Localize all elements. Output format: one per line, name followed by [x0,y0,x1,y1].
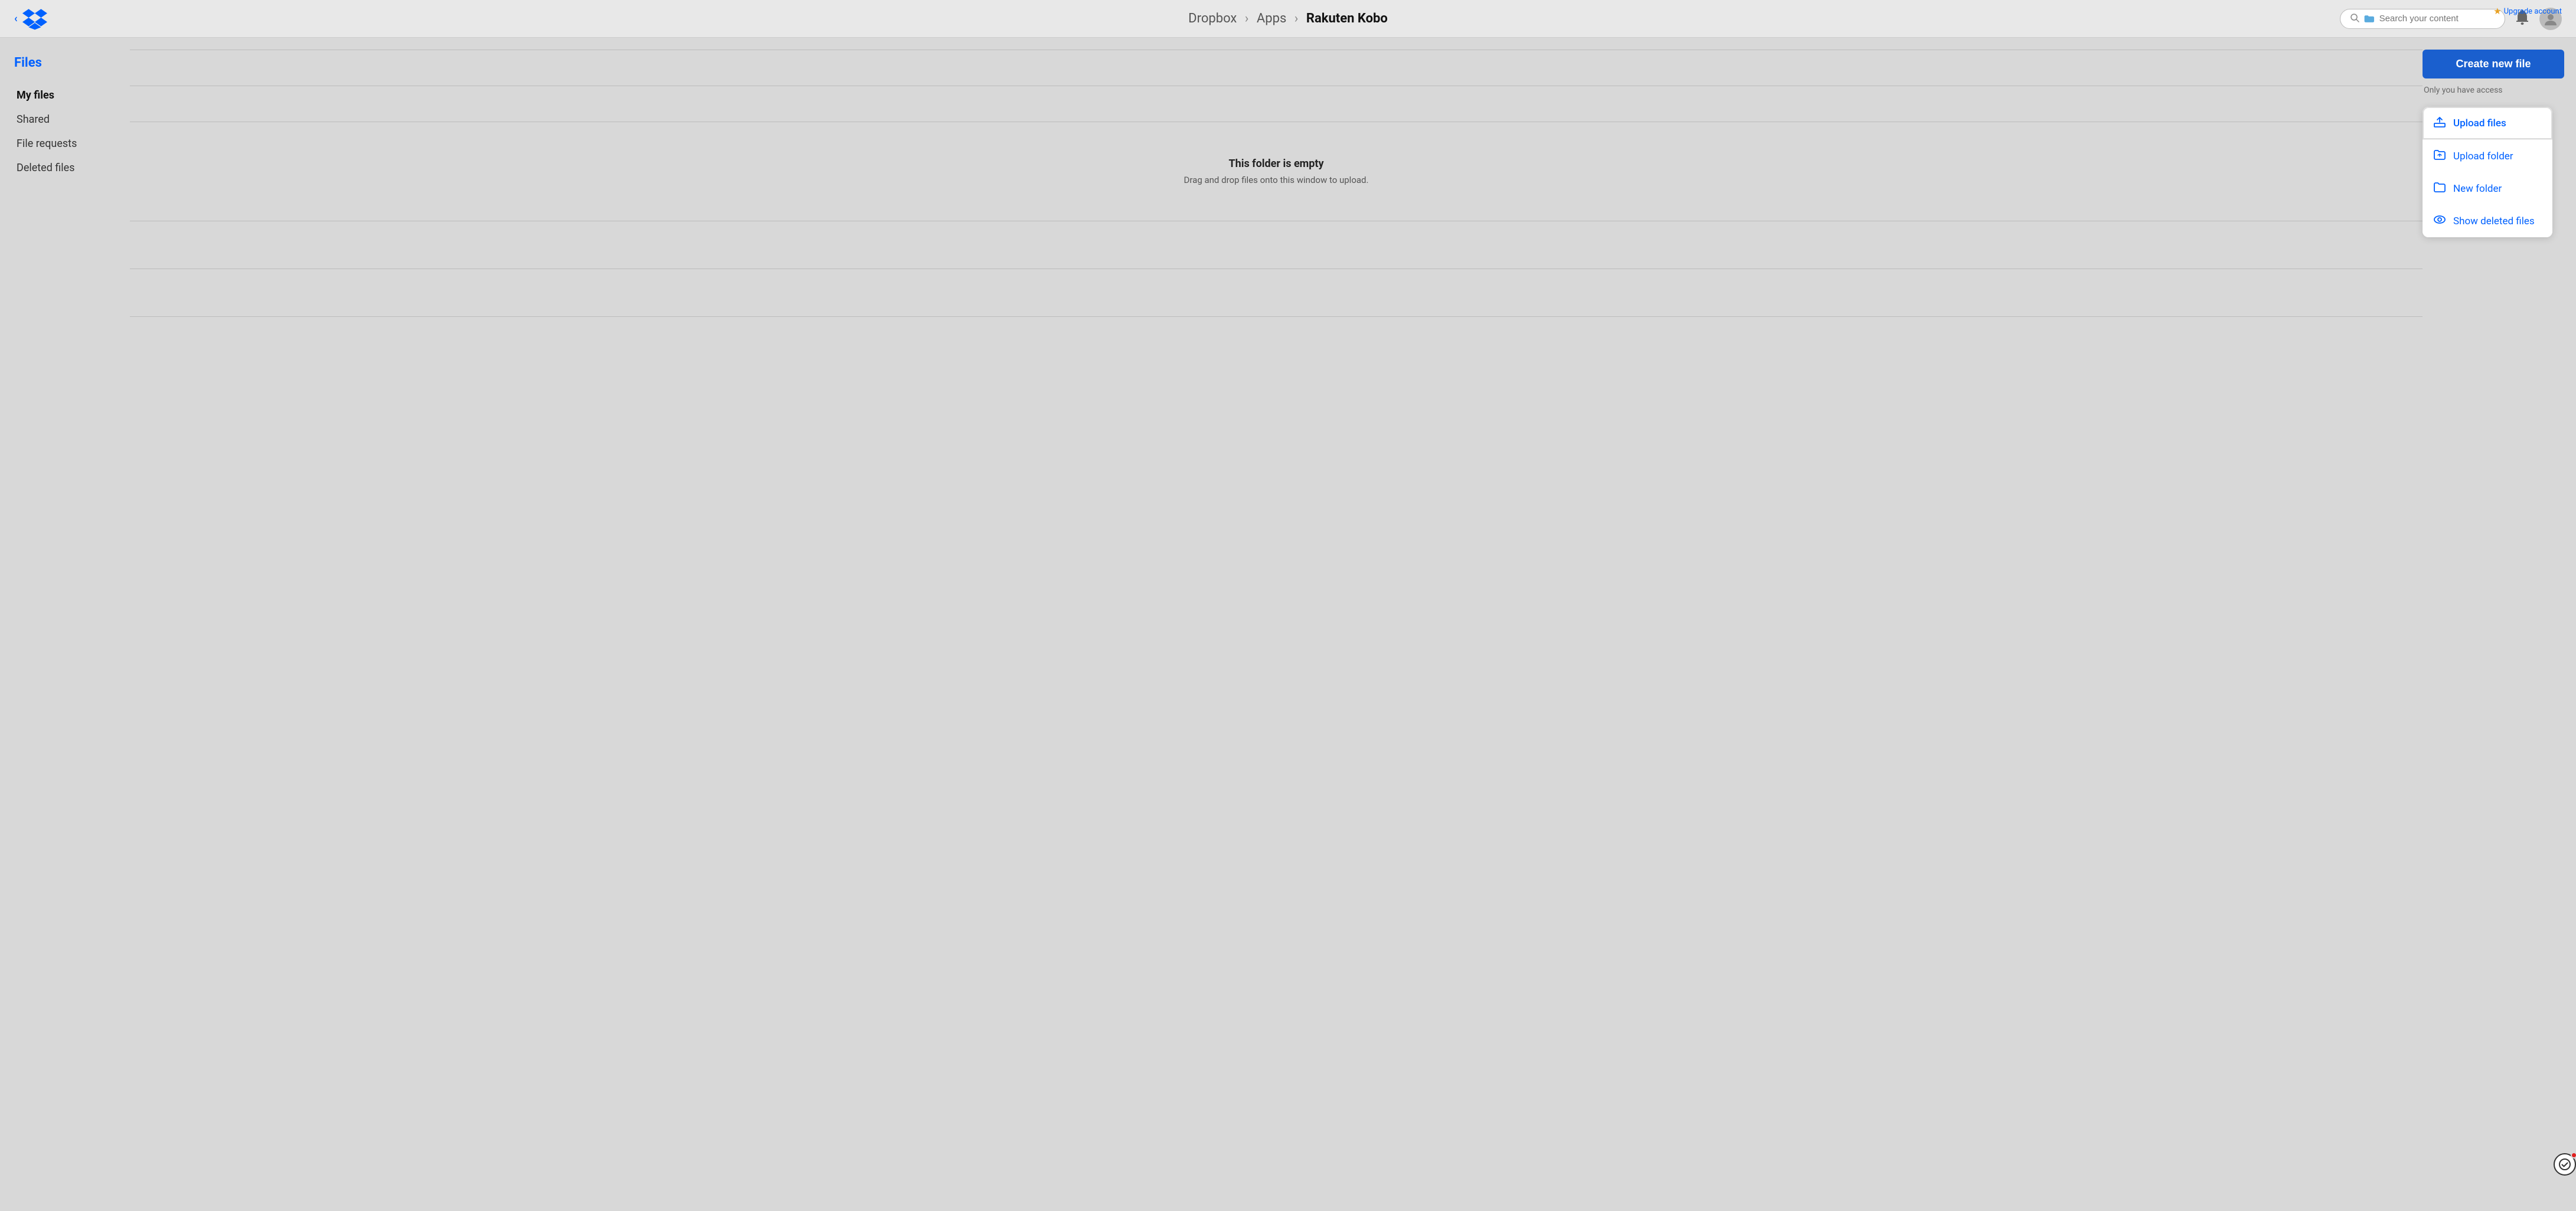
dropdown-item-new-folder[interactable]: New folder [2423,172,2552,205]
breadcrumb-part1[interactable]: Dropbox [1188,11,1237,26]
main-content: This folder is empty Drag and drop files… [130,38,2423,1211]
search-bar[interactable] [2340,9,2505,29]
create-new-file-button[interactable]: Create new file [2423,50,2564,78]
dropdown-item-upload-folder[interactable]: Upload folder [2423,140,2552,172]
star-icon: ★ [2493,6,2501,17]
sidebar: Files My files Shared File requests Dele… [0,38,130,1211]
upload-files-label: Upload files [2453,117,2506,129]
sidebar-heading: Files [14,55,116,70]
empty-folder-title: This folder is empty [153,158,2399,170]
new-folder-icon [2433,181,2446,197]
upgrade-account-link[interactable]: ★ Upgrade account [2493,6,2562,17]
breadcrumb-sep2: › [1294,11,1299,26]
right-panel: Create new file Only you have access Upl… [2423,38,2576,1211]
show-deleted-label: Show deleted files [2453,215,2535,227]
new-folder-label: New folder [2453,183,2502,195]
sidebar-item-my-files[interactable]: My files [14,84,116,106]
breadcrumb-part2[interactable]: Apps [1257,11,1286,26]
search-icon [2350,13,2359,25]
breadcrumb-part3[interactable]: Rakuten Kobo [1306,11,1388,26]
empty-folder-section: This folder is empty Drag and drop files… [130,122,2423,221]
empty-folder-subtitle: Drag and drop files onto this window to … [153,175,2399,185]
access-text: Only you have access [2423,86,2564,95]
dropdown-item-upload-files[interactable]: Upload files [2423,107,2552,140]
back-button[interactable]: ‹ [14,12,18,25]
search-input[interactable] [2379,14,2495,24]
divider-5 [130,316,2423,317]
upload-files-icon [2433,115,2446,131]
upgrade-account-label: Upgrade account [2504,7,2562,16]
show-deleted-icon [2433,213,2446,229]
topbar-left: ‹ [14,8,47,30]
sidebar-nav: My files Shared File requests Deleted fi… [14,84,116,179]
upload-folder-label: Upload folder [2453,150,2513,162]
layout: Files My files Shared File requests Dele… [0,38,2576,1211]
topbar: ‹ Dropbox › Apps › Rakuten Kobo [0,0,2576,38]
breadcrumb: Dropbox › Apps › Rakuten Kobo [1188,11,1388,26]
sidebar-item-deleted-files[interactable]: Deleted files [14,157,116,179]
notification-dot [2571,1152,2576,1158]
sidebar-item-file-requests[interactable]: File requests [14,133,116,155]
checkmark-badge[interactable] [2554,1153,2576,1176]
upload-folder-icon [2433,148,2446,164]
search-folder-icon [2364,14,2375,24]
dropbox-logo[interactable] [22,8,47,30]
sidebar-item-shared[interactable]: Shared [14,109,116,130]
dropdown-item-show-deleted[interactable]: Show deleted files [2423,205,2552,237]
breadcrumb-sep1: › [1245,11,1249,26]
dropdown-menu: Upload files Upload folder [2423,107,2552,237]
